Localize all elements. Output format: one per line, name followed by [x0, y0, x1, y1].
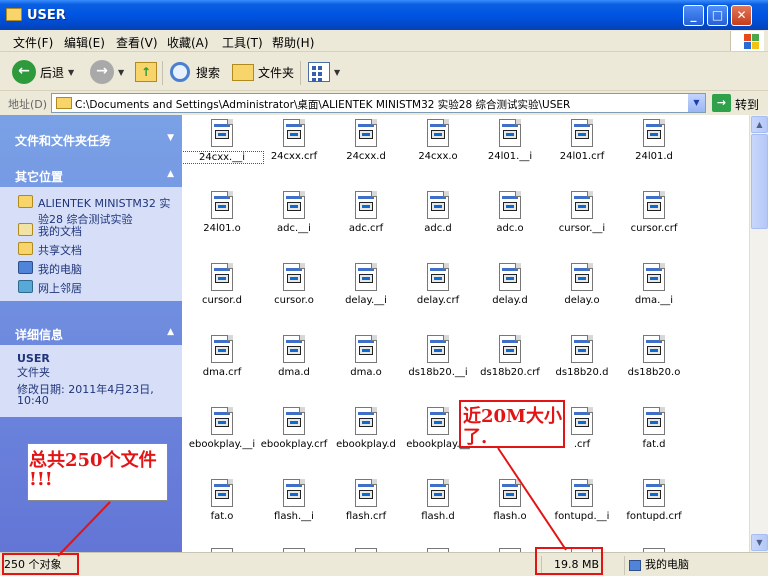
arrow-size	[497, 447, 567, 551]
annotation-arrows	[57, 447, 567, 557]
arrow-total	[57, 501, 111, 557]
